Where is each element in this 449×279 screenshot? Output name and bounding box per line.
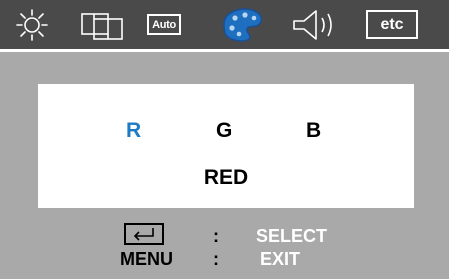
selected-color-name: RED bbox=[203, 166, 249, 189]
screen-position-icon bbox=[78, 0, 130, 49]
menu-divider bbox=[0, 49, 449, 52]
menu-button-label: MENU bbox=[120, 249, 173, 269]
enter-key-icon bbox=[124, 223, 164, 245]
select-action-label: SELECT bbox=[256, 226, 328, 246]
sun-icon bbox=[12, 0, 52, 49]
menu-tab-brightness[interactable] bbox=[12, 0, 52, 49]
menu-tab-auto[interactable]: Auto bbox=[147, 14, 181, 35]
menu-tab-color[interactable] bbox=[218, 0, 268, 49]
menu-tab-position[interactable] bbox=[78, 0, 130, 49]
channel-g-option[interactable]: G bbox=[216, 119, 232, 143]
speaker-icon bbox=[290, 0, 350, 49]
help-colon: : bbox=[213, 249, 219, 269]
auto-label: Auto bbox=[152, 18, 176, 31]
osd-color-menu: Auto etc R G B RED MENU:: SELECT EXIT bbox=[0, 0, 449, 279]
channel-b-option[interactable]: B bbox=[306, 119, 321, 143]
channel-r-option[interactable]: R bbox=[126, 119, 141, 143]
menu-tab-etc[interactable]: etc bbox=[366, 10, 418, 39]
color-adjust-panel: R G B RED bbox=[38, 84, 414, 208]
menu-tab-bar: Auto etc bbox=[0, 0, 449, 49]
color-palette-icon bbox=[218, 0, 268, 49]
help-colon: : bbox=[213, 226, 219, 246]
etc-label: etc bbox=[380, 15, 404, 33]
exit-action-label: EXIT bbox=[260, 249, 301, 269]
menu-tab-volume[interactable] bbox=[290, 0, 350, 49]
